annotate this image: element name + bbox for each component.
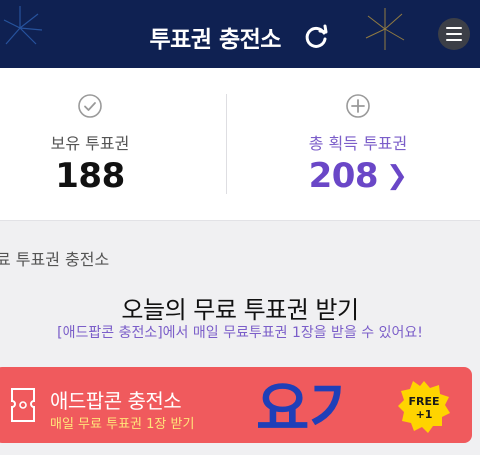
menu-icon-bar [446, 27, 462, 29]
chevron-right-icon[interactable]: ❯ [386, 161, 408, 191]
header-bar: 투표권 충전소 [0, 0, 480, 68]
banner-subtitle: 매일 무료 투표권 1장 받기 [50, 417, 195, 432]
section-label: 료 투표권 충전소 [0, 250, 110, 269]
ticket-icon [11, 388, 35, 422]
owned-votes-value: 188 [55, 156, 125, 196]
promo-title: 오늘의 무료 투표권 받기 [121, 296, 359, 324]
page-title: 투표권 충전소 [149, 27, 282, 53]
total-votes-value: 208 [308, 156, 379, 196]
total-votes-label: 총 획득 투표권 [308, 134, 408, 153]
plus-circle-icon [346, 94, 370, 118]
brush-text: 요기 [256, 375, 348, 439]
divider [226, 94, 227, 194]
brush-text-graphic: 요기 [256, 375, 348, 439]
owned-votes-label: 보유 투표권 [50, 134, 130, 153]
menu-icon-bar [446, 39, 462, 41]
check-circle-icon [78, 94, 102, 118]
menu-icon-bar [446, 33, 462, 35]
banner-title: 애드팝콘 충전소 [50, 389, 182, 413]
adpopcorn-charge-banner[interactable]: 애드팝콘 충전소 매일 무료 투표권 1장 받기 요기 FREE +1 [0, 367, 472, 443]
badge-line2: +1 [416, 408, 433, 421]
free-badge: FREE +1 [398, 381, 450, 433]
vote-stats-panel: 보유 투표권 188 총 획득 투표권 208 ❯ [0, 68, 480, 221]
menu-button[interactable] [438, 18, 470, 50]
page-title-group: 투표권 충전소 [0, 20, 480, 54]
total-votes-stat[interactable]: 총 획득 투표권 208 ❯ [238, 68, 478, 220]
badge-line1: FREE [408, 395, 439, 408]
promo-subtitle: [애드팝콘 충전소]에서 매일 무료투표권 1장을 받을 수 있어요! [57, 325, 423, 341]
owned-votes-stat: 보유 투표권 188 [0, 68, 210, 220]
total-votes-row: 208 ❯ [238, 156, 478, 196]
refresh-icon[interactable] [302, 23, 330, 51]
